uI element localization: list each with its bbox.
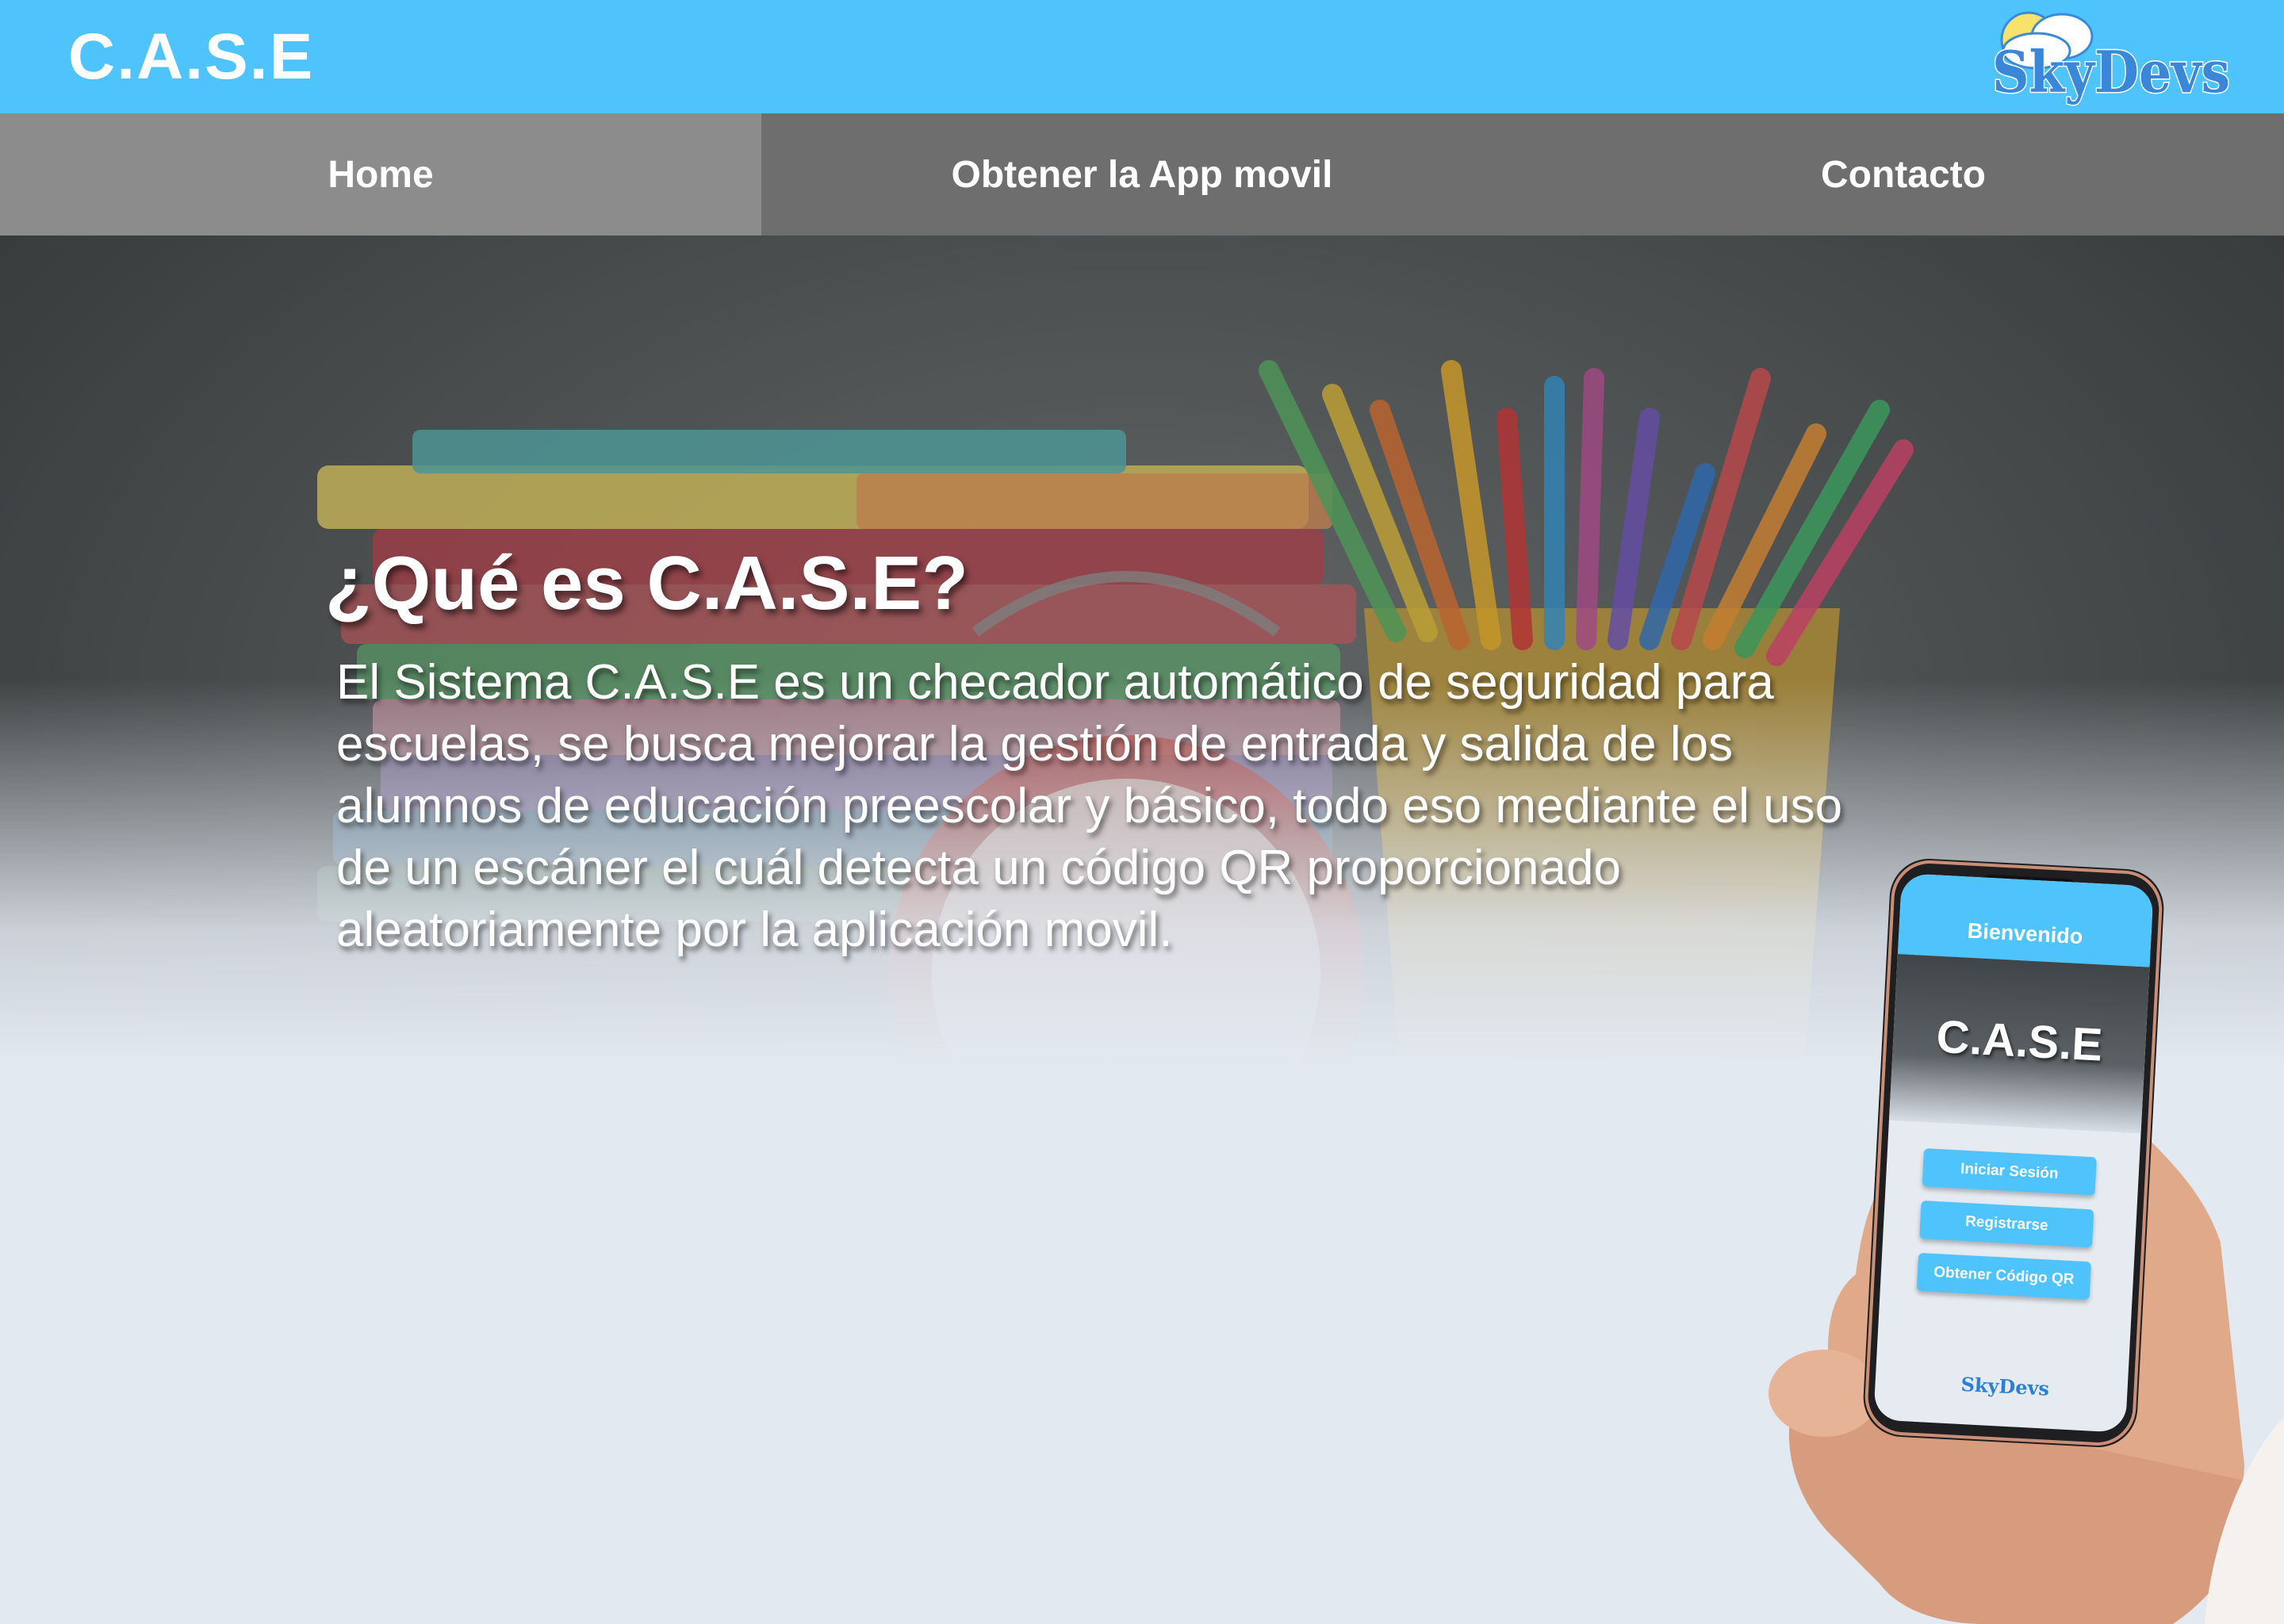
get-qr-code-button[interactable]: Obtener Código QR — [1916, 1252, 2091, 1300]
nav-home[interactable]: Home — [0, 113, 761, 236]
phone-skydevs-logo: SkyDevs — [1960, 1372, 2050, 1400]
top-bar: C.A.S.E SkyDevs — [0, 0, 2284, 113]
login-button[interactable]: Iniciar Sesión — [1922, 1148, 2097, 1196]
phone-mockup: Bienvenido C.A.S.E Iniciar Sesión Regist… — [1729, 830, 2284, 1624]
phone-screen: Bienvenido C.A.S.E Iniciar Sesión Regist… — [1873, 873, 2154, 1433]
main-nav: Home Obtener la App movil Contacto — [0, 113, 2284, 236]
skydevs-logo[interactable]: SkyDevs — [1989, 5, 2240, 108]
register-button[interactable]: Registrarse — [1919, 1200, 2094, 1248]
hero-title: ¿Qué es C.A.S.E? — [325, 541, 968, 626]
hero-section: ¿Qué es C.A.S.E? El Sistema C.A.S.E es u… — [0, 236, 2284, 1624]
nav-contact[interactable]: Contacto — [1523, 113, 2284, 236]
nav-get-app[interactable]: Obtener la App movil — [761, 113, 1523, 236]
logo-text: SkyDevs — [1992, 38, 2230, 105]
hero-description: El Sistema C.A.S.E es un checador automá… — [336, 655, 1843, 957]
app-title: C.A.S.E — [68, 21, 315, 93]
phone-welcome-header: Bienvenido — [1897, 873, 2154, 967]
